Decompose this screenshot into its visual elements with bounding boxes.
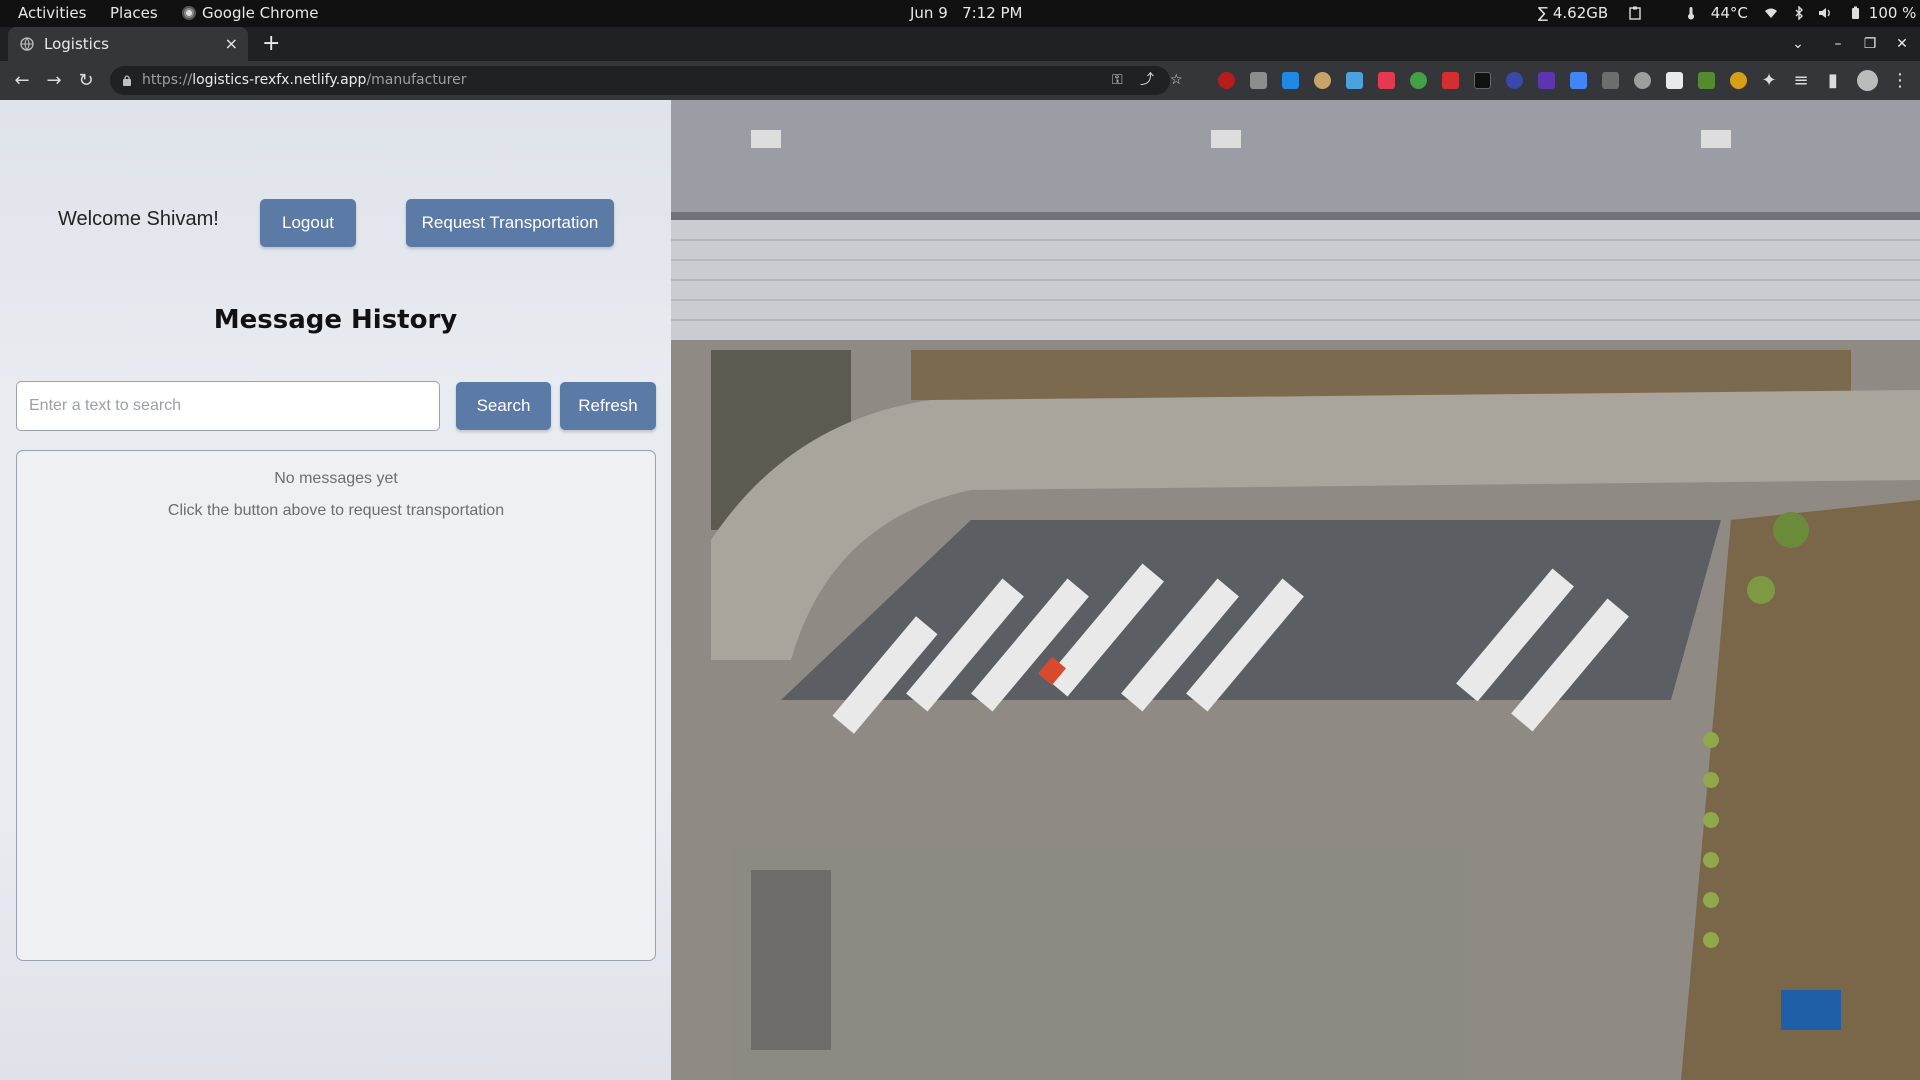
close-window-icon[interactable]: ✕: [1888, 27, 1916, 61]
globe-icon: [20, 37, 34, 51]
search-input[interactable]: [16, 381, 440, 431]
places-menu[interactable]: Places: [110, 0, 158, 27]
url-scheme: https://: [142, 72, 193, 88]
refresh-button[interactable]: Refresh: [560, 382, 656, 430]
reading-list-icon[interactable]: ≡: [1787, 61, 1815, 100]
temperature-indicator[interactable]: 44°C: [1684, 0, 1748, 27]
page-title: Message History: [213, 305, 458, 335]
welcome-message: Welcome Shivam!: [58, 208, 219, 230]
restore-icon[interactable]: ❐: [1856, 27, 1884, 61]
menu-kebab-icon[interactable]: ⋮: [1886, 61, 1914, 100]
tab-search-icon[interactable]: ⌄: [1784, 27, 1812, 61]
pocket-extension-icon[interactable]: [1378, 72, 1395, 89]
wifi-icon[interactable]: [1764, 0, 1778, 27]
date-label: Jun 9: [910, 4, 948, 22]
volume-icon[interactable]: [1818, 0, 1832, 27]
bluetooth-icon[interactable]: [1792, 0, 1806, 27]
address-bar[interactable]: https://logistics-rexfx.netlify.app/manu…: [110, 66, 1183, 95]
back-icon[interactable]: ←: [8, 61, 36, 100]
code-extension-icon[interactable]: [1602, 72, 1619, 89]
forward-icon[interactable]: →: [40, 61, 68, 100]
tab-logistics[interactable]: Logistics ×: [8, 27, 248, 61]
system-top-bar: Activities Places Google Chrome Jun 9 7:…: [0, 0, 1920, 27]
time-label: 7:12 PM: [962, 4, 1023, 22]
bookmark-star-icon[interactable]: ☆: [1170, 66, 1183, 95]
thermometer-icon: [1688, 7, 1694, 20]
empty-state-hint: Click the button above to request transp…: [167, 502, 505, 519]
translate-extension-icon[interactable]: [1570, 72, 1587, 89]
fox-extension-icon[interactable]: [1730, 72, 1747, 89]
battery-label: 100 %: [1868, 4, 1917, 22]
play-extension-icon[interactable]: [1474, 72, 1491, 89]
empty-state-title: No messages yet: [274, 470, 398, 487]
cookie-extension-icon[interactable]: [1314, 72, 1331, 89]
key-icon[interactable]: ⚿: [1112, 66, 1123, 95]
app-menu[interactable]: Google Chrome: [182, 0, 319, 27]
dashboard-panel: Welcome Shivam! Logout Request Transport…: [0, 100, 671, 1080]
color-extension-icon[interactable]: [1666, 72, 1683, 89]
tab-title: Logistics: [44, 35, 109, 53]
aerial-warehouse-image: [671, 100, 1920, 1080]
badge-extension-icon[interactable]: [1538, 72, 1555, 89]
memory-indicator[interactable]: ∑ 4.62GB: [1538, 0, 1608, 27]
profile-avatar[interactable]: [1857, 70, 1878, 91]
window-extension-icon[interactable]: [1346, 72, 1363, 89]
chrome-icon: [182, 6, 196, 20]
new-tab-button[interactable]: +: [262, 29, 280, 59]
tab-strip: Logistics × + ⌄ – ❐ ✕: [0, 27, 1920, 61]
url-path: /manufacturer: [366, 72, 467, 88]
search-button[interactable]: Search: [456, 382, 551, 430]
reload-icon[interactable]: ↻: [72, 61, 100, 100]
media-extension-icon[interactable]: [1634, 72, 1651, 89]
picture-extension-icon[interactable]: [1698, 72, 1715, 89]
heart-extension-icon[interactable]: [1442, 72, 1459, 89]
url-text: https://logistics-rexfx.netlify.app/manu…: [142, 66, 467, 95]
plus-extension-icon[interactable]: [1410, 72, 1427, 89]
puzzle-icon[interactable]: ✦: [1755, 61, 1783, 100]
close-tab-icon[interactable]: ×: [225, 27, 238, 61]
extension-icon[interactable]: [1250, 72, 1267, 89]
battery-indicator[interactable]: 100 %: [1848, 0, 1916, 27]
page-content: Welcome Shivam! Logout Request Transport…: [0, 100, 1920, 1080]
react-extension-icon[interactable]: [1506, 72, 1523, 89]
ublock-extension-icon[interactable]: [1218, 72, 1235, 89]
battery-icon: [1852, 6, 1859, 19]
request-transportation-button[interactable]: Request Transportation: [406, 199, 614, 247]
url-host: logistics-rexfx.netlify.app: [192, 72, 367, 88]
message-list: No messages yet Click the button above t…: [16, 450, 656, 961]
app-name: Google Chrome: [202, 4, 319, 22]
side-panel-icon[interactable]: ▮: [1819, 61, 1847, 100]
temperature-label: 44°C: [1710, 4, 1748, 22]
clipboard-icon[interactable]: [1628, 0, 1642, 27]
clock[interactable]: Jun 9 7:12 PM: [910, 0, 1023, 27]
share-icon[interactable]: ⤴: [1140, 66, 1154, 95]
logout-button[interactable]: Logout: [260, 199, 356, 247]
lock-icon[interactable]: [122, 74, 132, 86]
s-extension-icon[interactable]: [1282, 72, 1299, 89]
activities-button[interactable]: Activities: [18, 0, 86, 27]
browser-toolbar: ← → ↻ https://logistics-rexfx.netlify.ap…: [0, 61, 1920, 100]
minimize-icon[interactable]: –: [1824, 27, 1852, 61]
